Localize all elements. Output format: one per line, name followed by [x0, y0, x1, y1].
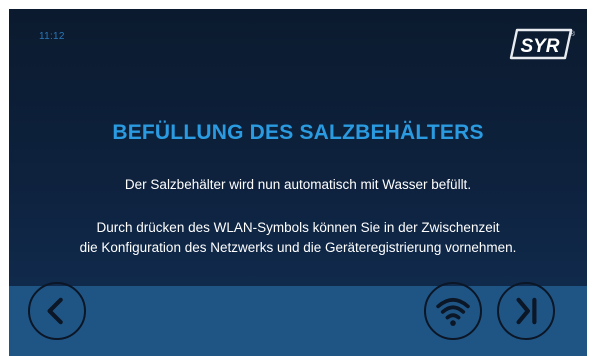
- skip-icon: [516, 297, 537, 325]
- wifi-icon: [436, 297, 470, 326]
- skip-button[interactable]: [497, 282, 555, 340]
- info-paragraph: Durch drücken des WLAN-Symbols können Si…: [9, 218, 587, 258]
- back-arrow-icon: [47, 297, 63, 325]
- syr-logo: SYR: [509, 28, 573, 60]
- back-button[interactable]: [28, 282, 86, 340]
- logo-text: SYR: [520, 36, 559, 57]
- info-paragraph-line-1: Durch drücken des WLAN-Symbols können Si…: [96, 220, 500, 235]
- wifi-button[interactable]: [424, 282, 482, 340]
- page-title: BEFÜLLUNG DES SALZBEHÄLTERS: [112, 121, 484, 144]
- info-line: Der Salzbehälter wird nun automatisch mi…: [124, 177, 472, 192]
- info-paragraph-line-2: die Konfiguration des Netzwerks und die …: [79, 240, 517, 255]
- registered-mark: ®: [569, 31, 575, 38]
- status-time: 11:12: [39, 31, 65, 42]
